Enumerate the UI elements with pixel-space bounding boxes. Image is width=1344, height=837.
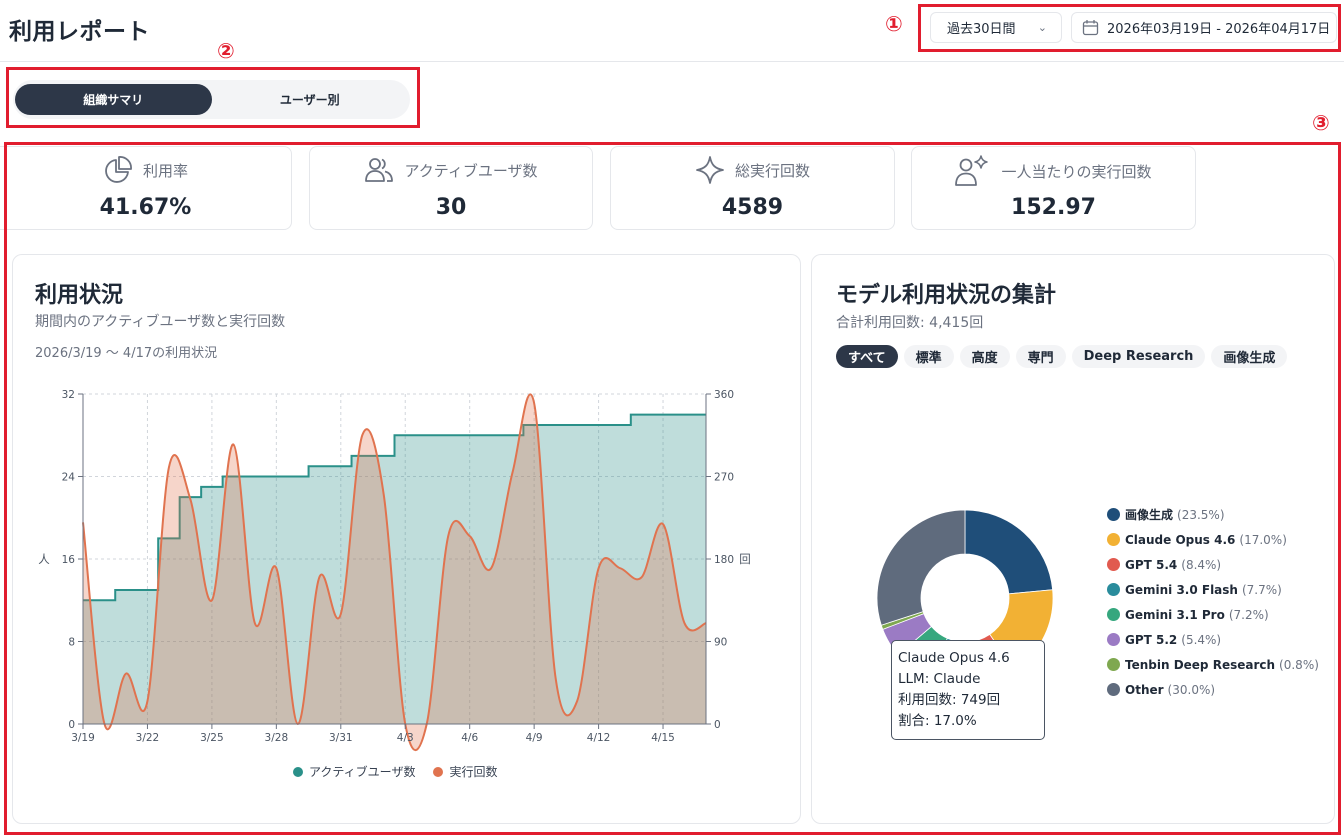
- header-divider: [0, 61, 1344, 62]
- marker-3: ③: [1312, 111, 1330, 135]
- highlight-box-1: [918, 4, 1341, 52]
- highlight-box-2: [6, 67, 420, 128]
- marker-2: ②: [217, 39, 235, 63]
- highlight-box-3: [4, 142, 1341, 835]
- page-title: 利用レポート: [9, 19, 150, 45]
- marker-1: ①: [885, 12, 903, 36]
